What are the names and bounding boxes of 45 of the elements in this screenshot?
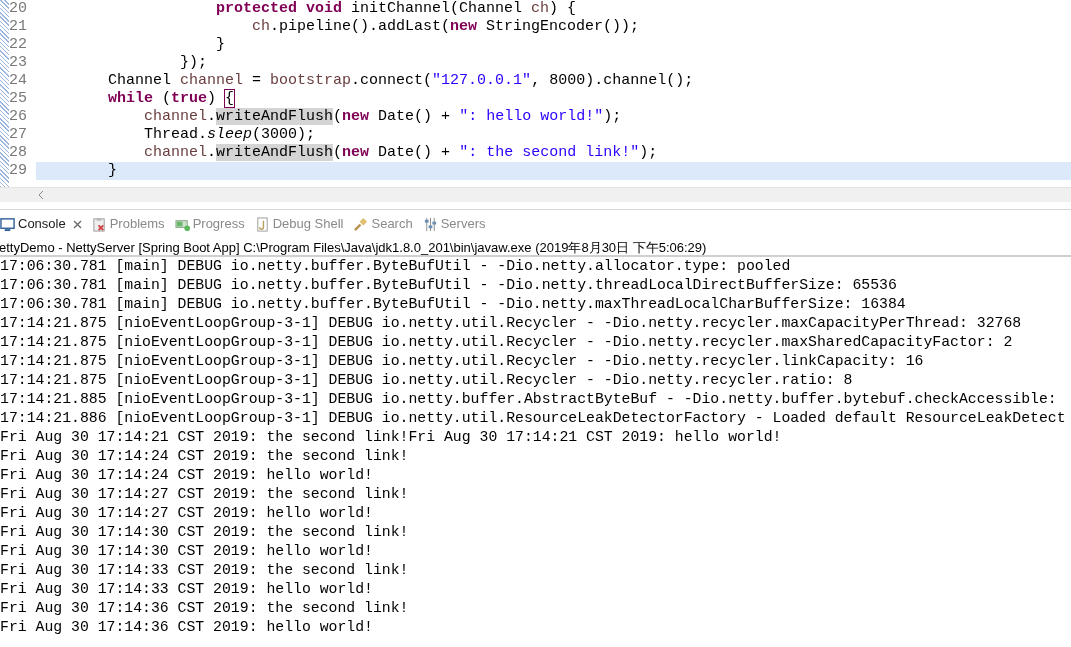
view-tab[interactable]: Debug Shell (254, 210, 344, 238)
console-line: Fri Aug 30 17:14:27 CST 2019: hello world! (0, 504, 374, 523)
view-tab[interactable]: Search (353, 210, 413, 238)
close-icon[interactable] (72, 219, 82, 229)
console-line: Fri Aug 30 17:14:30 CST 2019: the second link! (0, 523, 410, 542)
line-number: 24 (9, 72, 27, 90)
scroll-left-icon[interactable] (38, 191, 44, 199)
launch-description: ettyDemo - NettyServer [Spring Boot App] C:\Program Files\Java\jdk1.8.0_201\bin\javaw.exe (2019年8月30日 下午5:06:29) (0, 238, 1071, 257)
code-editor[interactable] (0, 0, 1071, 187)
line-number: 21 (9, 18, 27, 36)
line-number: 20 (9, 0, 27, 18)
line-number: 29 (9, 162, 27, 180)
document-j-icon (254, 216, 270, 232)
console-line: 17:14:21.875 [nioEventLoopGroup-3-1] DEBUG io.netty.util.Recycler - -Dio.netty.recycler.maxCapacityPerThread: 32768 (0, 314, 1023, 333)
line-number: 23 (9, 54, 27, 72)
console-line: 17:06:30.781 [main] DEBUG io.netty.buffer.ByteBufUtil - -Dio.netty.allocator.type: pooled (0, 257, 792, 276)
console-line: 17:14:21.875 [nioEventLoopGroup-3-1] DEBUG io.netty.util.Recycler - -Dio.netty.recycler.ratio: 8 (0, 371, 854, 390)
view-tab[interactable]: Progress (174, 210, 245, 238)
console-line: Fri Aug 30 17:14:27 CST 2019: the second link! (0, 485, 410, 504)
console-line: 17:14:21.875 [nioEventLoopGroup-3-1] DEBUG io.netty.util.Recycler - -Dio.netty.recycler.maxSharedCapacityFactor: 2 (0, 333, 1014, 352)
console-line: Fri Aug 30 17:14:33 CST 2019: the second link! (0, 561, 410, 580)
line-number: 25 (9, 90, 27, 108)
console-line: Fri Aug 30 17:14:21 CST 2019: the second link!Fri Aug 30 17:14:21 CST 2019: hello world! (0, 428, 783, 447)
view-tab[interactable]: Problems (91, 210, 165, 238)
console-line: Fri Aug 30 17:14:36 CST 2019: the second link! (0, 599, 410, 618)
flashlight-icon (353, 216, 369, 232)
console-line: 17:14:21.885 [nioEventLoopGroup-3-1] DEBUG io.netty.buffer.AbstractByteBuf - -Dio.netty.buffer.bytebuf.checkAccessible: (0, 390, 1058, 409)
sliders-icon (422, 216, 438, 232)
console-line: Fri Aug 30 17:14:30 CST 2019: hello world! (0, 542, 374, 561)
view-tab[interactable]: Console (0, 210, 82, 238)
line-number: 22 (9, 36, 27, 54)
line-number: 27 (9, 126, 27, 144)
view-tab[interactable]: Servers (422, 210, 486, 238)
horizontal-scrollbar[interactable] (0, 187, 1071, 202)
console-line: Fri Aug 30 17:14:33 CST 2019: hello world! (0, 580, 374, 599)
console-line: 17:14:21.875 [nioEventLoopGroup-3-1] DEBUG io.netty.util.Recycler - -Dio.netty.recycler.linkCapacity: 16 (0, 352, 925, 371)
line-number: 26 (9, 108, 27, 126)
console-line: Fri Aug 30 17:14:36 CST 2019: hello world! (0, 618, 374, 637)
clipboard-icon (91, 216, 107, 232)
console-line: Fri Aug 30 17:14:24 CST 2019: the second link! (0, 447, 410, 466)
console-line: 17:06:30.781 [main] DEBUG io.netty.buffer.ByteBufUtil - -Dio.netty.threadLocalDirectBufferSize: 65536 (0, 276, 898, 295)
console-line: 17:14:21.886 [nioEventLoopGroup-3-1] DEBUG io.netty.util.ResourceLeakDetectorFactory - Loaded default ResourceLeakDetect (0, 409, 1067, 428)
console-line: Fri Aug 30 17:14:24 CST 2019: hello world! (0, 466, 374, 485)
console-line: 17:06:30.781 [main] DEBUG io.netty.buffer.ByteBufUtil - -Dio.netty.maxThreadLocalCharBufferSize: 16384 (0, 295, 907, 314)
line-number: 28 (9, 144, 27, 162)
